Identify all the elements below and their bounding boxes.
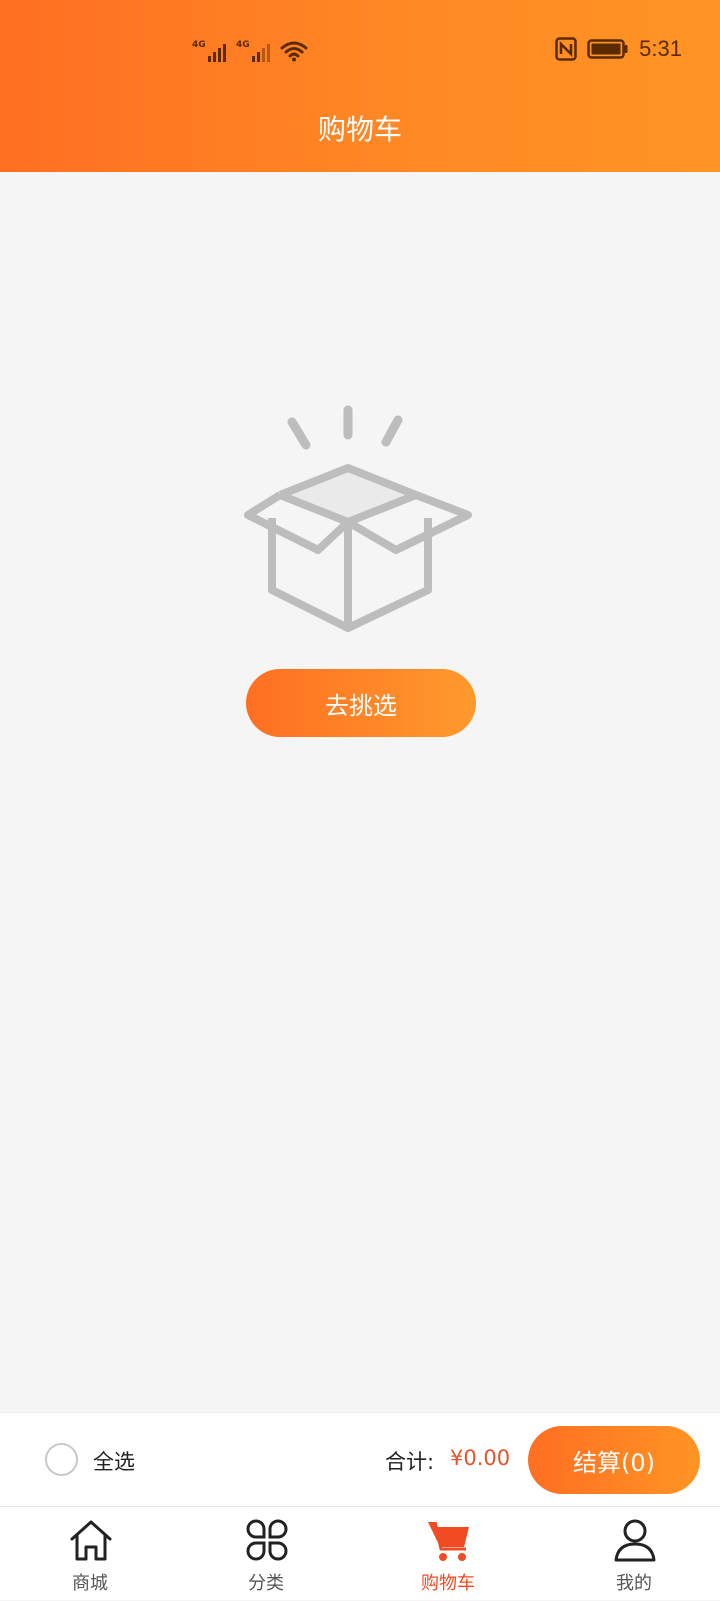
battery-icon (587, 39, 628, 59)
network-type-label: 4G (192, 40, 206, 50)
checkout-bar: 全选 合计: ¥0.00 结算(0) (0, 1412, 720, 1506)
profile-icon (614, 1519, 656, 1562)
tab-category[interactable]: 分类 (176, 1507, 356, 1601)
go-pick-button[interactable]: 去挑选 (246, 669, 476, 737)
nfc-icon (555, 37, 577, 61)
tab-label: 商城 (72, 1573, 108, 1594)
category-icon (246, 1519, 288, 1561)
tab-cart[interactable]: 购物车 (358, 1507, 538, 1601)
cart-icon (428, 1521, 469, 1561)
home-icon (70, 1520, 112, 1561)
clock: 5:31 (639, 36, 682, 61)
tab-bar: 商城 分类 购物车 我的 (0, 1506, 720, 1600)
wifi-icon (280, 41, 308, 62)
select-all-radio[interactable] (45, 1443, 78, 1476)
status-right: 5:31 (555, 36, 682, 62)
network-type-label: 4G (236, 40, 250, 50)
tab-label: 分类 (248, 1573, 284, 1594)
empty-box-icon (244, 405, 472, 632)
status-bar: 4G 4G 5:31 (0, 36, 720, 70)
page-title: 购物车 (317, 113, 402, 146)
tab-label: 我的 (616, 1573, 652, 1594)
total-amount: ¥0.00 (450, 1446, 511, 1470)
signal-icon: 4G (236, 40, 270, 62)
tab-profile[interactable]: 我的 (544, 1507, 720, 1601)
header: 4G 4G 5:31 购物车 (0, 0, 720, 172)
checkout-button[interactable]: 结算(0) (528, 1426, 700, 1494)
network-indicators: 4G 4G (192, 40, 308, 62)
total-label: 合计: (385, 1450, 435, 1474)
tab-home[interactable]: 商城 (0, 1507, 180, 1601)
select-all-label[interactable]: 全选 (93, 1446, 135, 1476)
signal-icon: 4G (192, 40, 226, 62)
tab-label: 购物车 (421, 1573, 475, 1594)
